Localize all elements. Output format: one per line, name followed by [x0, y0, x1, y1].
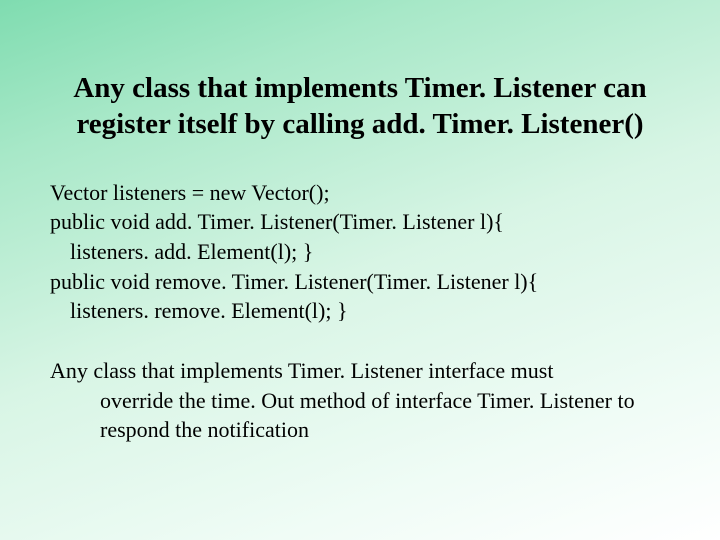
slide-title: Any class that implements Timer. Listene… [70, 70, 650, 143]
code-line-2: public void add. Timer. Listener(Timer. … [50, 207, 670, 237]
code-line-3: listeners. add. Element(l); } [50, 237, 670, 267]
note-block: Any class that implements Timer. Listene… [50, 356, 670, 445]
note-line-3: respond the notification [50, 415, 670, 445]
title-line-2: register itself by calling add. Timer. L… [76, 108, 643, 140]
code-block: Vector listeners = new Vector(); public … [50, 178, 670, 326]
title-line-1: Any class that implements Timer. Listene… [73, 72, 646, 104]
note-line-1: Any class that implements Timer. Listene… [50, 356, 670, 386]
code-line-5: listeners. remove. Element(l); } [50, 296, 670, 326]
slide: Any class that implements Timer. Listene… [0, 0, 720, 540]
note-line-2: override the time. Out method of interfa… [50, 386, 670, 416]
code-line-4: public void remove. Timer. Listener(Time… [50, 267, 670, 297]
code-line-1: Vector listeners = new Vector(); [50, 178, 670, 208]
